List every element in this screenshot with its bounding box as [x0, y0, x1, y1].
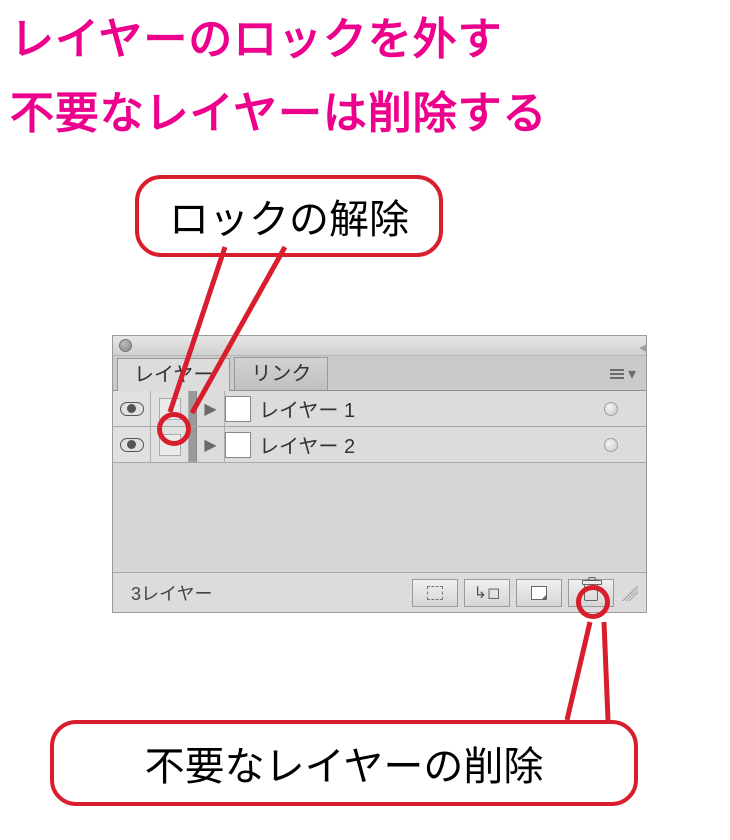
callout-delete: 不要なレイヤーの削除	[50, 720, 638, 806]
layer-name-label[interactable]: レイヤー 1	[259, 394, 604, 423]
panel-menu-button[interactable]: ▾	[610, 364, 636, 384]
layer-count-label: 3レイヤー	[131, 580, 212, 606]
layers-panel: ◂◂ レイヤー リンク ▾ ▶ レイヤー 1	[112, 335, 647, 613]
target-indicator[interactable]	[604, 402, 618, 416]
headline-line-2: 不要なレイヤーは削除する	[0, 74, 730, 148]
callout-delete-text: 不要なレイヤーの削除	[145, 745, 544, 789]
layer-row[interactable]: ▶ レイヤー 1	[113, 391, 646, 427]
eye-icon	[120, 402, 144, 416]
locate-icon: ↳◻	[474, 583, 501, 603]
visibility-toggle[interactable]	[113, 391, 151, 426]
layer-list: ▶ レイヤー 1 ▶ レイヤー 2	[113, 391, 646, 463]
panel-close-dot[interactable]	[119, 339, 132, 352]
visibility-toggle[interactable]	[113, 427, 151, 462]
panel-footer: 3レイヤー ↳◻	[113, 572, 646, 612]
locate-object-button[interactable]: ↳◻	[464, 579, 510, 607]
new-layer-icon	[531, 586, 547, 600]
new-layer-button[interactable]	[516, 579, 562, 607]
panel-collapse-icon[interactable]: ◂◂	[639, 338, 640, 356]
panel-tab-row: レイヤー リンク ▾	[113, 356, 646, 391]
layer-thumbnail	[225, 432, 251, 458]
highlight-ring-trash	[576, 585, 610, 619]
clipping-mask-button[interactable]	[412, 579, 458, 607]
headline-line-1: レイヤーのロックを外す	[0, 0, 730, 74]
tab-links[interactable]: リンク	[234, 357, 328, 390]
disclosure-triangle[interactable]: ▶	[197, 391, 225, 426]
target-indicator[interactable]	[604, 438, 618, 452]
eye-icon	[120, 438, 144, 452]
callout-unlock-text: ロックの解除	[169, 198, 409, 242]
callout-unlock: ロックの解除	[135, 175, 443, 257]
layer-row[interactable]: ▶ レイヤー 2	[113, 427, 646, 463]
panel-titlebar[interactable]: ◂◂	[113, 336, 646, 356]
highlight-ring-lock	[157, 412, 191, 446]
tab-links-label: リンク	[251, 363, 311, 385]
clipping-mask-icon	[427, 586, 443, 600]
hamburger-icon	[610, 373, 624, 375]
layer-name-label[interactable]: レイヤー 2	[259, 430, 604, 459]
resize-grip-icon[interactable]	[622, 585, 638, 601]
tab-layers-label: レイヤー	[134, 364, 213, 386]
layer-color-bar	[189, 391, 197, 426]
disclosure-triangle[interactable]: ▶	[197, 427, 225, 462]
tab-layers[interactable]: レイヤー	[117, 358, 230, 391]
layer-thumbnail	[225, 396, 251, 422]
chevron-down-icon: ▾	[628, 364, 636, 384]
